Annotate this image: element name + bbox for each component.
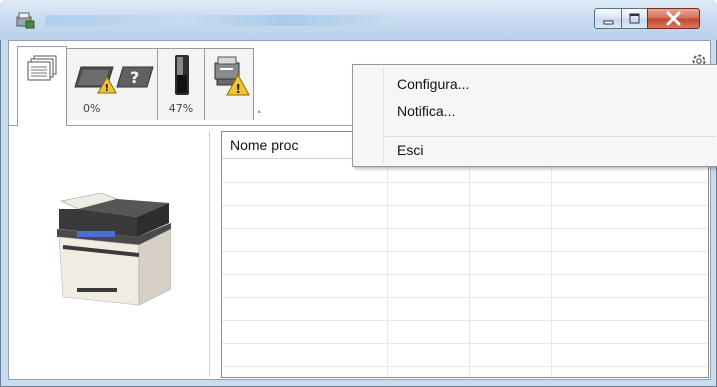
tab-device[interactable]: ! xyxy=(204,48,254,120)
minimize-icon xyxy=(603,20,614,25)
context-menu: Configura... Notifica... Esci xyxy=(352,64,717,167)
column-divider xyxy=(469,158,470,377)
printer-app-icon xyxy=(16,12,35,29)
table-row[interactable] xyxy=(222,205,708,206)
title-bar[interactable] xyxy=(0,0,717,40)
toner-level-label: 47% xyxy=(168,102,194,115)
printer-image xyxy=(57,192,171,306)
toner-cartridge-icon xyxy=(175,55,189,95)
table-row[interactable] xyxy=(222,251,708,252)
menu-separator xyxy=(385,136,715,137)
document-stack-icon xyxy=(27,55,57,81)
close-button[interactable] xyxy=(647,8,700,29)
close-icon xyxy=(666,11,681,26)
column-divider xyxy=(387,158,388,377)
tab-toner[interactable]: 47% xyxy=(157,48,205,120)
maximize-icon xyxy=(629,13,640,24)
table-row[interactable] xyxy=(222,343,708,344)
device-warning-icon: ! xyxy=(214,56,250,96)
menu-gutter xyxy=(383,67,384,164)
minimize-button[interactable] xyxy=(594,8,622,29)
svg-text:!: ! xyxy=(236,82,241,96)
panel-divider xyxy=(209,131,210,377)
table-row[interactable] xyxy=(222,297,708,298)
column-divider xyxy=(551,158,552,377)
paper-level-label: 0% xyxy=(83,102,101,115)
menu-item-exit[interactable]: Esci xyxy=(397,139,423,161)
table-row[interactable] xyxy=(222,366,708,367)
table-row[interactable] xyxy=(222,182,708,183)
maximize-button[interactable] xyxy=(621,8,648,29)
tab-print-jobs[interactable] xyxy=(17,46,67,126)
table-row[interactable] xyxy=(222,320,708,321)
svg-text:!: ! xyxy=(105,83,110,94)
paper-tray-warning-icon: ? ! xyxy=(74,66,154,94)
tab-paper[interactable]: ? ! 0% xyxy=(66,48,158,120)
svg-text:?: ? xyxy=(130,68,139,87)
table-row[interactable] xyxy=(222,228,708,229)
menu-item-configure[interactable]: Configura... xyxy=(397,73,469,95)
collapse-arrow-icon[interactable]: ˄ xyxy=(257,111,262,121)
job-table[interactable]: Nome proc xyxy=(221,131,709,378)
menu-item-notify[interactable]: Notifica... xyxy=(397,100,455,122)
table-row[interactable] xyxy=(222,274,708,275)
window-title xyxy=(45,15,390,26)
